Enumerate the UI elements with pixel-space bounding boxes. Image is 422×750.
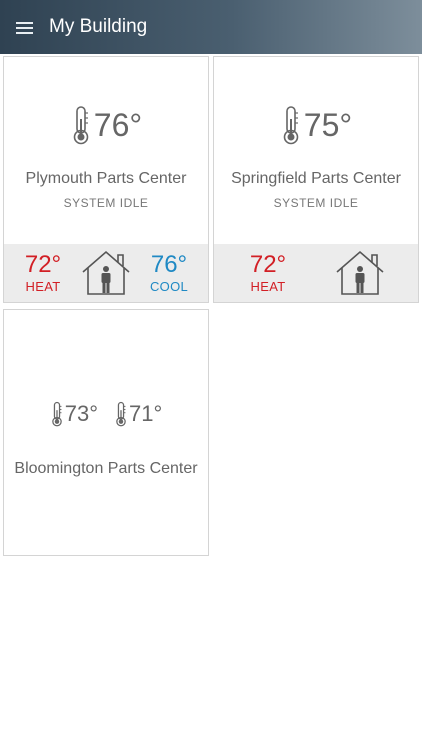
thermometer-icon bbox=[116, 401, 126, 427]
cool-label: COOL bbox=[149, 279, 189, 294]
hamburger-menu-icon[interactable] bbox=[16, 19, 38, 35]
home-occupied-icon[interactable] bbox=[335, 250, 385, 296]
heat-setpoint-value: 72° bbox=[249, 251, 287, 278]
temperature-value-1: 73° bbox=[64, 401, 98, 426]
temperature-value: 76° bbox=[93, 106, 143, 143]
heat-setpoint[interactable]: 72° HEAT bbox=[18, 251, 68, 295]
temperature-value: 75° bbox=[303, 106, 353, 143]
temperature-readings: 73° 71° bbox=[4, 400, 208, 428]
temperature-value-2: 71° bbox=[129, 401, 163, 426]
heat-label: HEAT bbox=[25, 279, 61, 294]
current-temperature: 76° bbox=[4, 105, 208, 145]
heat-setpoint-value: 72° bbox=[24, 251, 62, 278]
system-status: SYSTEM IDLE bbox=[273, 196, 359, 210]
thermostat-card-springfield[interactable]: 75° Springfield Parts Center SYSTEM IDLE… bbox=[213, 56, 419, 303]
cool-setpoint[interactable]: 76° COOL bbox=[144, 251, 194, 295]
building-name: Plymouth Parts Center bbox=[25, 170, 187, 187]
system-status: SYSTEM IDLE bbox=[63, 196, 149, 210]
thermometer-icon bbox=[283, 106, 299, 145]
page-title: My Building bbox=[49, 16, 148, 37]
thermometer-icon bbox=[51, 401, 62, 427]
app-bar: My Building bbox=[0, 0, 422, 54]
setpoint-bar: 72° HEAT bbox=[214, 244, 418, 302]
cool-setpoint-value: 76° bbox=[150, 251, 188, 278]
home-occupied-icon[interactable] bbox=[81, 250, 131, 296]
thermostat-card-bloomington[interactable]: 73° 71° Bloomington Parts Center bbox=[3, 309, 209, 556]
setpoint-bar: 72° HEAT 76° COOL bbox=[4, 244, 208, 302]
building-name: Bloomington Parts Center bbox=[14, 460, 198, 477]
current-temperature: 75° bbox=[214, 105, 418, 145]
heat-setpoint[interactable]: 72° HEAT bbox=[243, 251, 293, 295]
building-name: Springfield Parts Center bbox=[231, 170, 401, 187]
thermostat-card-plymouth[interactable]: 76° Plymouth Parts Center SYSTEM IDLE 72… bbox=[3, 56, 209, 303]
thermometer-icon bbox=[73, 106, 89, 145]
heat-label: HEAT bbox=[250, 279, 286, 294]
